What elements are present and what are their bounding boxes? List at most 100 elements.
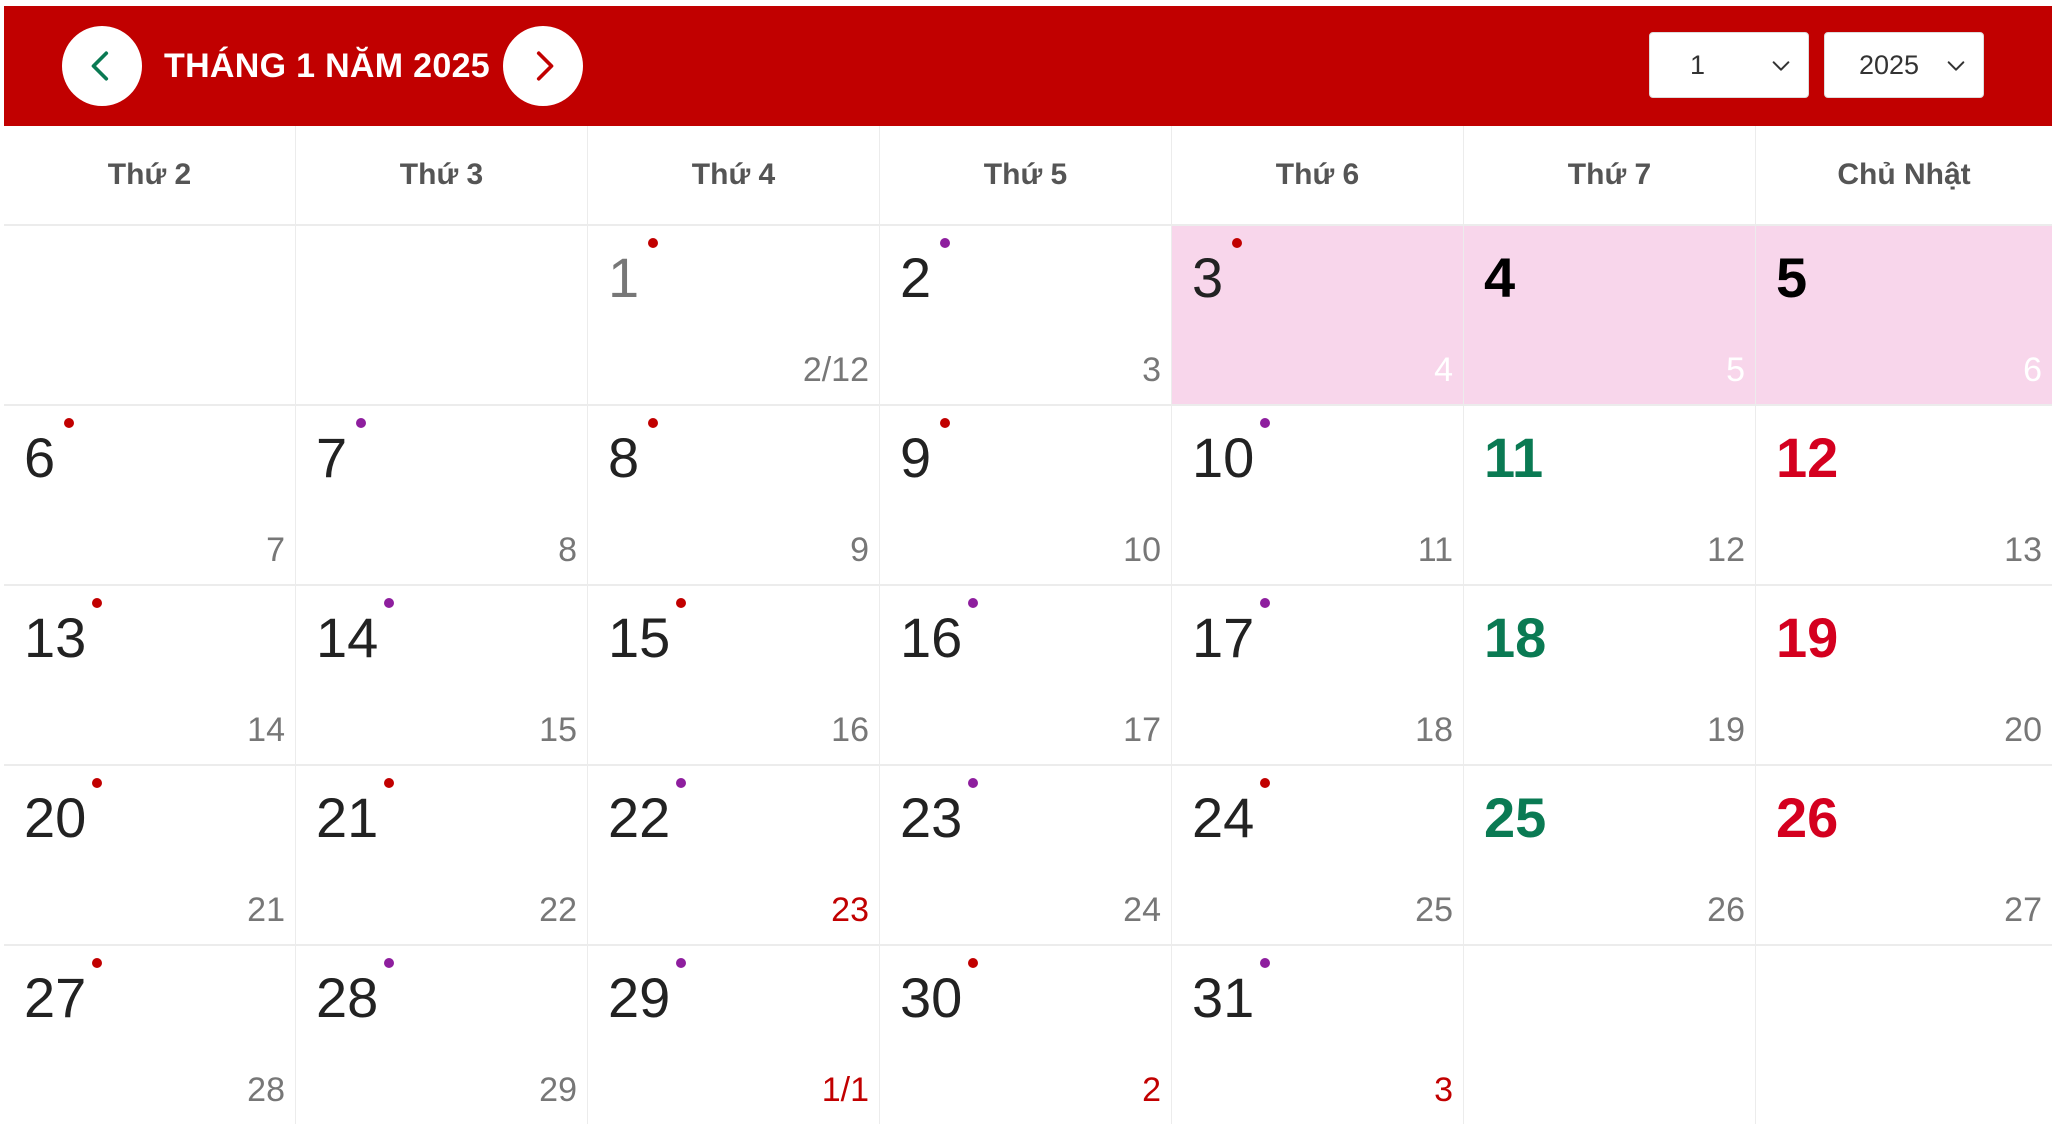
solar-date: 17 xyxy=(1192,606,1255,669)
lunar-date: 28 xyxy=(247,1071,285,1109)
day-cell[interactable]: 13 14 xyxy=(4,586,296,764)
lunar-date: 11 xyxy=(1417,531,1453,569)
solar-date: 31 xyxy=(1192,966,1255,1029)
year-select[interactable]: 2025 xyxy=(1824,32,1984,98)
bad-day-dot-icon xyxy=(356,418,366,428)
day-cell[interactable]: 15 16 xyxy=(588,586,880,764)
bad-day-dot-icon xyxy=(940,238,950,248)
lunar-date: 13 xyxy=(2004,531,2042,569)
solar-date: 26 xyxy=(1776,786,1839,849)
day-cell[interactable]: 12 13 xyxy=(1756,406,2052,584)
chevron-left-icon xyxy=(91,51,109,81)
lunar-date: 15 xyxy=(539,711,577,749)
lunar-date: 9 xyxy=(850,531,869,569)
lunar-date: 20 xyxy=(2004,711,2042,749)
solar-date: 24 xyxy=(1192,786,1255,849)
day-cell[interactable]: 67 xyxy=(4,406,296,584)
weekday-label: Thứ 3 xyxy=(296,126,588,224)
calendar-week-row: 27 28 28 29 29 1/1 30 2 31 3 xyxy=(4,946,2052,1124)
day-cell[interactable]: 9 10 xyxy=(880,406,1172,584)
solar-date: 27 xyxy=(24,966,87,1029)
calendar-week-row: 20 21 21 22 22 23 23 24 24 25 25 26 26 27 xyxy=(4,766,2052,946)
day-cell[interactable]: 19 20 xyxy=(1756,586,2052,764)
good-day-dot-icon xyxy=(940,418,950,428)
lunar-date: 7 xyxy=(266,531,285,569)
day-cell[interactable]: 78 xyxy=(296,406,588,584)
day-cell[interactable]: 14 15 xyxy=(296,586,588,764)
empty-day-cell xyxy=(296,226,588,404)
good-day-dot-icon xyxy=(1232,238,1242,248)
day-cell[interactable]: 17 18 xyxy=(1172,586,1464,764)
solar-date: 22 xyxy=(608,786,671,849)
day-cell[interactable]: 30 2 xyxy=(880,946,1172,1124)
weekday-label: Thứ 6 xyxy=(1172,126,1464,224)
day-cell[interactable]: 26 27 xyxy=(1756,766,2052,944)
day-cell[interactable]: 27 28 xyxy=(4,946,296,1124)
lunar-date: 12 xyxy=(1707,531,1745,569)
prev-month-button[interactable] xyxy=(62,26,142,106)
weekday-label: Thứ 5 xyxy=(880,126,1172,224)
solar-date: 3 xyxy=(1192,246,1224,309)
empty-day-cell xyxy=(1464,946,1756,1124)
bad-day-dot-icon xyxy=(968,598,978,608)
lunar-date: 25 xyxy=(1415,891,1453,929)
solar-date: 1 xyxy=(608,246,640,309)
weekday-label: Thứ 2 xyxy=(4,126,296,224)
bad-day-dot-icon xyxy=(1260,958,1270,968)
bad-day-dot-icon xyxy=(384,958,394,968)
chevron-right-icon xyxy=(536,51,554,81)
day-cell[interactable]: 20 21 xyxy=(4,766,296,944)
day-cell[interactable]: 16 17 xyxy=(880,586,1172,764)
solar-date: 30 xyxy=(900,966,963,1029)
lunar-date: 6 xyxy=(2023,351,2042,389)
good-day-dot-icon xyxy=(648,238,658,248)
day-cell[interactable]: 11 12 xyxy=(1464,406,1756,584)
day-cell[interactable]: 45 xyxy=(1464,226,1756,404)
day-cell[interactable]: 28 29 xyxy=(296,946,588,1124)
solar-date: 14 xyxy=(316,606,379,669)
day-cell[interactable]: 23 24 xyxy=(880,766,1172,944)
lunar-date: 3 xyxy=(1434,1071,1453,1109)
solar-date: 5 xyxy=(1776,246,1808,309)
month-select[interactable]: 1 xyxy=(1649,32,1809,98)
lunar-date: 2 xyxy=(1142,1071,1161,1109)
lunar-date: 22 xyxy=(539,891,577,929)
empty-day-cell xyxy=(1756,946,2052,1124)
day-cell[interactable]: 34 xyxy=(1172,226,1464,404)
good-day-dot-icon xyxy=(648,418,658,428)
day-cell[interactable]: 22 23 xyxy=(588,766,880,944)
day-cell[interactable]: 25 26 xyxy=(1464,766,1756,944)
month-title: THÁNG 1 NĂM 2025 xyxy=(164,46,490,85)
weekday-header-row: Thứ 2 Thứ 3 Thứ 4 Thứ 5 Thứ 6 Thứ 7 Chủ … xyxy=(4,126,2052,226)
day-cell[interactable]: 31 3 xyxy=(1172,946,1464,1124)
solar-date: 2 xyxy=(900,246,932,309)
day-cell[interactable]: 56 xyxy=(1756,226,2052,404)
lunar-date: 26 xyxy=(1707,891,1745,929)
day-cell[interactable]: 21 22 xyxy=(296,766,588,944)
day-cell[interactable]: 23 xyxy=(880,226,1172,404)
lunar-date: 2/12 xyxy=(802,351,869,389)
day-cell[interactable]: 29 1/1 xyxy=(588,946,880,1124)
lunar-date: 5 xyxy=(1726,351,1745,389)
solar-date: 12 xyxy=(1776,426,1839,489)
next-month-button[interactable] xyxy=(503,26,583,106)
day-cell[interactable]: 89 xyxy=(588,406,880,584)
solar-date: 28 xyxy=(316,966,379,1029)
bad-day-dot-icon xyxy=(676,958,686,968)
day-cell[interactable]: 10 11 xyxy=(1172,406,1464,584)
solar-date: 15 xyxy=(608,606,671,669)
lunar-date: 21 xyxy=(247,891,285,929)
day-cell[interactable]: 1 2/12 xyxy=(588,226,880,404)
calendar-week-row: 1 2/12 2 3 3 4 4 5 5 6 xyxy=(4,226,2052,406)
lunar-date: 23 xyxy=(831,891,869,929)
good-day-dot-icon xyxy=(1260,778,1270,788)
solar-date: 20 xyxy=(24,786,87,849)
solar-date: 23 xyxy=(900,786,963,849)
calendar-grid: 1 2/12 2 3 3 4 4 5 5 6 6 7 7 8 8 9 9 10 10 11 11 12 12 13 13 14 14… xyxy=(4,226,2052,1124)
day-cell[interactable]: 24 25 xyxy=(1172,766,1464,944)
solar-date: 18 xyxy=(1484,606,1547,669)
chevron-down-icon xyxy=(1947,61,1965,71)
bad-day-dot-icon xyxy=(676,778,686,788)
lunar-date: 3 xyxy=(1142,351,1161,389)
day-cell[interactable]: 18 19 xyxy=(1464,586,1756,764)
